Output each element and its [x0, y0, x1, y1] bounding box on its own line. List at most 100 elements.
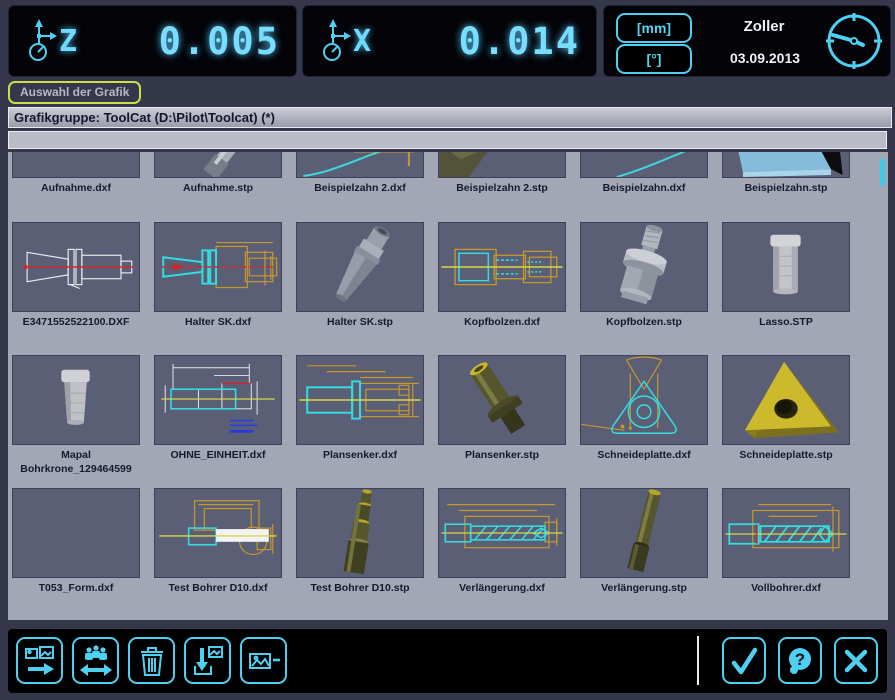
copy-image-button[interactable] — [16, 637, 63, 684]
thumbnail-halter-sk-stp — [296, 222, 424, 312]
file-label: Kopfbolzen.dxf — [432, 315, 572, 329]
zoller-pilot-screen: Z 0.005 X 0.014 [mm] [°] Zoller 03.09.20… — [0, 0, 895, 700]
copy-image-right-icon — [23, 644, 57, 678]
filter-input[interactable] — [8, 131, 887, 149]
trash-icon — [135, 644, 169, 678]
thumbnail-beispielzahn2-stp — [438, 152, 566, 178]
tile-e3471552522100-dxf[interactable]: E3471552522100.DXF — [12, 222, 140, 329]
clock-icon — [824, 11, 884, 71]
import-image-icon — [191, 644, 225, 678]
thumbnail-lasso-stp — [722, 222, 850, 312]
tile-halter-sk-stp[interactable]: Halter SK.stp — [296, 222, 424, 329]
tile-halter-sk-dxf[interactable]: Halter SK.dxf — [154, 222, 282, 329]
thumbnail-plansenker-stp — [438, 355, 566, 445]
brand-label: Zoller — [704, 18, 824, 35]
swap-group-button[interactable] — [72, 637, 119, 684]
info-panel: [mm] [°] Zoller 03.09.2013 — [603, 5, 891, 77]
date-label: 03.09.2013 — [700, 50, 830, 66]
thumbnail-verlaengerung-stp — [580, 488, 708, 578]
tile-beispielzahn2-stp[interactable]: Beispielzahn 2.stp — [438, 152, 566, 195]
file-label: Verlängerung.dxf — [432, 581, 572, 595]
remove-image-button[interactable] — [240, 637, 287, 684]
thumbnail-beispielzahn-dxf — [580, 152, 708, 178]
delete-button[interactable] — [128, 637, 175, 684]
thumbnail-kopfbolzen-dxf — [438, 222, 566, 312]
file-label: Vollbohrer.dxf — [716, 581, 856, 595]
thumbnail-plansenker-dxf — [296, 355, 424, 445]
confirm-button[interactable] — [722, 637, 766, 684]
file-label: Beispielzahn.stp — [716, 181, 856, 195]
tile-aufnahme-stp[interactable]: Aufnahme.stp — [154, 152, 282, 195]
svg-text:?: ? — [795, 650, 805, 669]
thumbnail-schneideplatte-dxf — [580, 355, 708, 445]
thumbnail-beispielzahn2-dxf — [296, 152, 424, 178]
check-icon — [727, 644, 761, 678]
file-label: Plansenker.dxf — [290, 448, 430, 462]
file-label: Beispielzahn 2.stp — [432, 181, 572, 195]
file-label: Test Bohrer D10.dxf — [148, 581, 288, 595]
toolbar-divider — [697, 636, 699, 685]
tile-ohne-einheit-dxf[interactable]: OHNE_EINHEIT.dxf — [154, 355, 282, 476]
file-label: Plansenker.stp — [432, 448, 572, 462]
file-label: Test Bohrer D10.stp — [290, 581, 430, 595]
thumbnail-e3471552522100-dxf — [12, 222, 140, 312]
import-image-button[interactable] — [184, 637, 231, 684]
unit-degree-button[interactable]: [°] — [616, 44, 692, 74]
file-label: OHNE_EINHEIT.dxf — [148, 448, 288, 462]
file-label: T053_Form.dxf — [6, 581, 146, 595]
tile-kopfbolzen-dxf[interactable]: Kopfbolzen.dxf — [438, 222, 566, 329]
x-axis-label: X — [353, 24, 371, 59]
tile-schneideplatte-dxf[interactable]: Schneideplatte.dxf — [580, 355, 708, 476]
page-title: Auswahl der Grafik — [8, 81, 141, 104]
swap-group-icon — [79, 644, 113, 678]
thumbnail-aufnahme-stp — [154, 152, 282, 178]
file-grid: Aufnahme.dxf Aufnahme.stp — [8, 152, 888, 620]
thumbnail-mapal-bohrkrone — [12, 355, 140, 445]
tile-test-bohrer-d10-dxf[interactable]: Test Bohrer D10.dxf — [154, 488, 282, 595]
tile-plansenker-stp[interactable]: Plansenker.stp — [438, 355, 566, 476]
tile-vollbohrer-dxf[interactable]: Vollbohrer.dxf — [722, 488, 850, 595]
graphic-group-bar[interactable]: Grafikgruppe: ToolCat (D:\Pilot\Toolcat)… — [8, 107, 892, 128]
remove-image-icon — [247, 644, 281, 678]
x-axis-readout: X 0.014 — [302, 5, 597, 77]
z-axis-label: Z — [59, 24, 77, 59]
file-label: Beispielzahn 2.dxf — [290, 181, 430, 195]
cancel-button[interactable] — [834, 637, 878, 684]
file-label: Mapal Bohrkrone_129464599 — [6, 448, 146, 476]
tile-t053-form-dxf[interactable]: T053_Form.dxf — [12, 488, 140, 595]
thumbnail-aufnahme-dxf — [12, 152, 140, 178]
grid-scrollbar-thumb[interactable] — [880, 159, 885, 186]
help-button[interactable]: ? — [778, 637, 822, 684]
tile-beispielzahn-stp[interactable]: Beispielzahn.stp — [722, 152, 850, 195]
x-axis-value: 0.014 — [459, 20, 580, 63]
tile-schneideplatte-stp[interactable]: Schneideplatte.stp — [722, 355, 850, 476]
tile-aufnahme-dxf[interactable]: Aufnahme.dxf — [12, 152, 140, 195]
file-label: E3471552522100.DXF — [6, 315, 146, 329]
file-label: Kopfbolzen.stp — [574, 315, 714, 329]
thumbnail-t053-form-dxf — [12, 488, 140, 578]
tile-verlaengerung-dxf[interactable]: Verlängerung.dxf — [438, 488, 566, 595]
thumbnail-schneideplatte-stp — [722, 355, 850, 445]
tile-mapal-bohrkrone[interactable]: Mapal Bohrkrone_129464599 — [12, 355, 140, 476]
thumbnail-vollbohrer-dxf — [722, 488, 850, 578]
tile-beispielzahn2-dxf[interactable]: Beispielzahn 2.dxf — [296, 152, 424, 195]
file-label: Halter SK.stp — [290, 315, 430, 329]
thumbnail-verlaengerung-dxf — [438, 488, 566, 578]
axis-x-icon — [321, 19, 351, 63]
tile-verlaengerung-stp[interactable]: Verlängerung.stp — [580, 488, 708, 595]
file-label: Halter SK.dxf — [148, 315, 288, 329]
file-label: Aufnahme.dxf — [6, 181, 146, 195]
file-label: Schneideplatte.dxf — [574, 448, 714, 462]
tile-lasso-stp[interactable]: Lasso.STP — [722, 222, 850, 329]
tile-test-bohrer-d10-stp[interactable]: Test Bohrer D10.stp — [296, 488, 424, 595]
file-label: Lasso.STP — [716, 315, 856, 329]
tile-kopfbolzen-stp[interactable]: Kopfbolzen.stp — [580, 222, 708, 329]
axis-z-icon — [27, 19, 57, 63]
bottom-toolbar: ? — [8, 629, 887, 693]
tile-plansenker-dxf[interactable]: Plansenker.dxf — [296, 355, 424, 476]
tile-beispielzahn-dxf[interactable]: Beispielzahn.dxf — [580, 152, 708, 195]
thumbnail-halter-sk-dxf — [154, 222, 282, 312]
file-label: Verlängerung.stp — [574, 581, 714, 595]
thumbnail-kopfbolzen-stp — [580, 222, 708, 312]
unit-mm-button[interactable]: [mm] — [616, 13, 692, 43]
